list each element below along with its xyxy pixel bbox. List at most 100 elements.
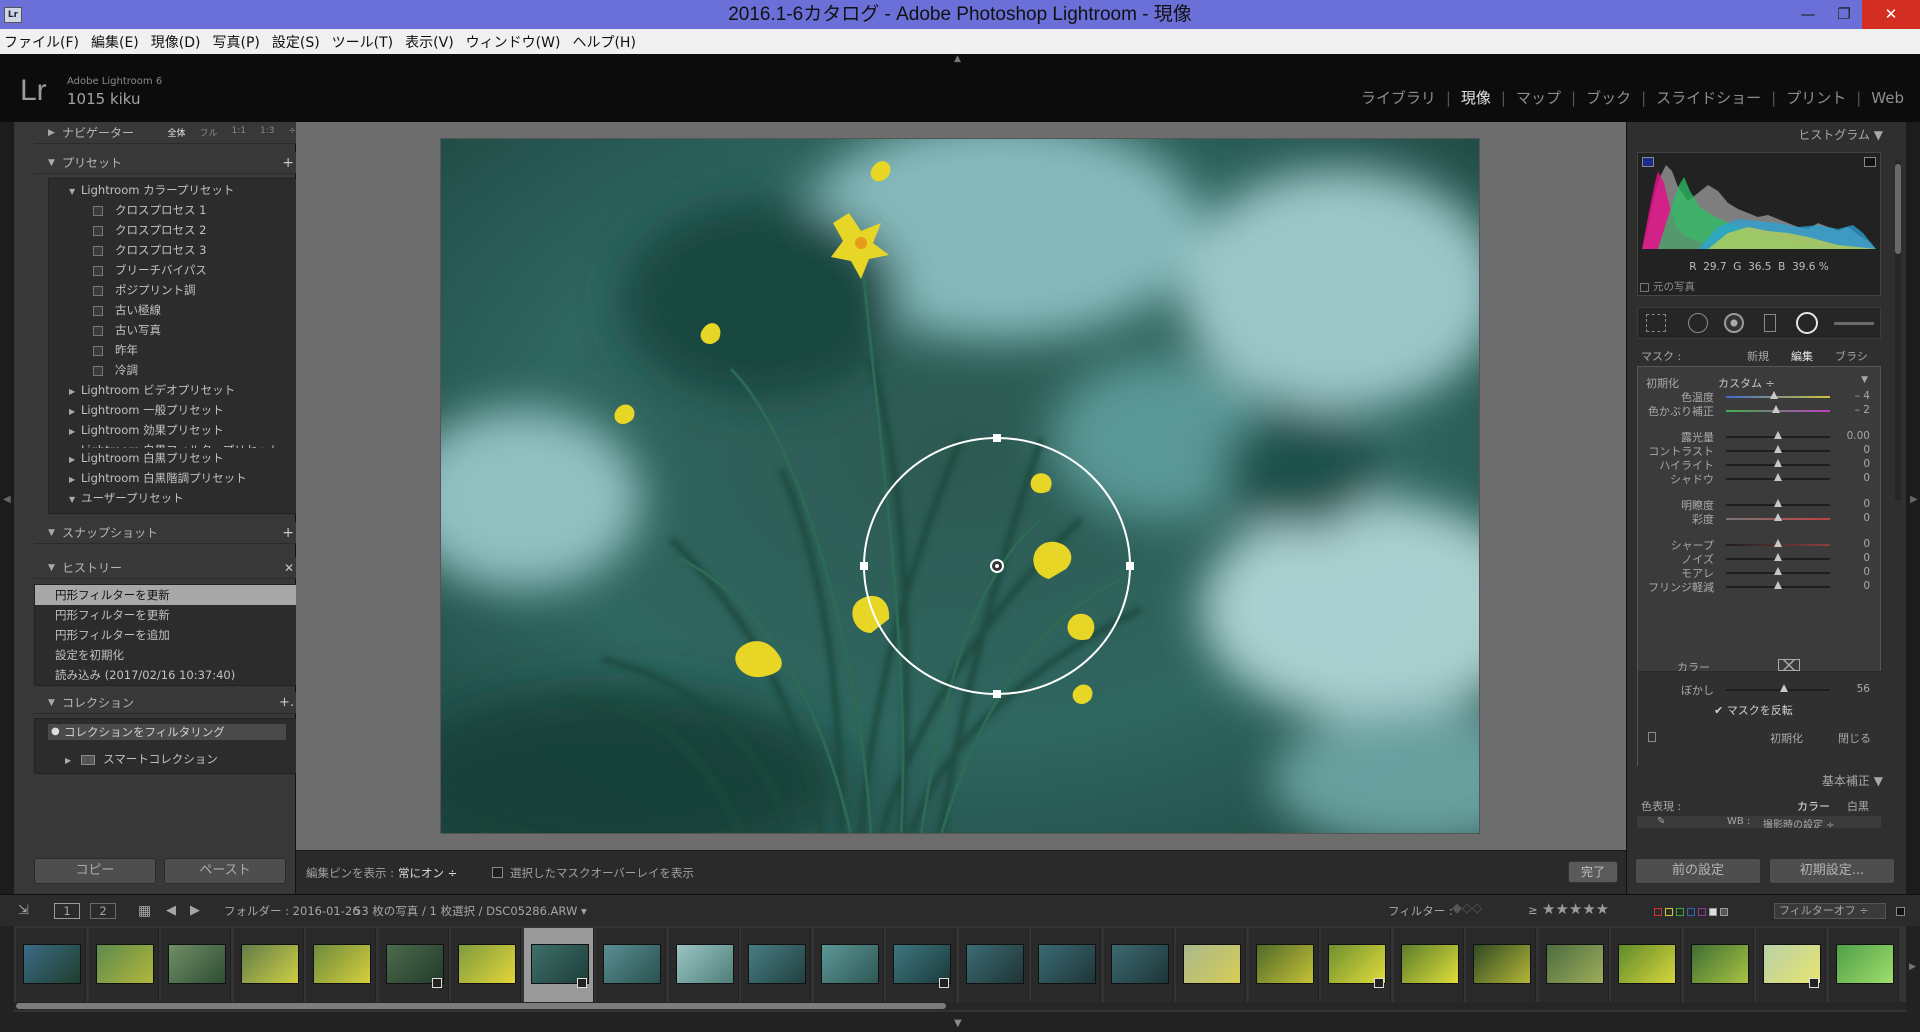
done-button[interactable]: 完了 [1568,861,1618,883]
minimize-button[interactable]: — [1790,0,1826,29]
filmstrip-thumbnail[interactable] [886,928,956,1004]
filmstrip-thumbnail[interactable] [378,928,449,1004]
zoom-caret[interactable]: ÷ [288,126,296,139]
slider-knob[interactable] [1774,553,1782,561]
filmstrip-thumbnail[interactable] [1466,928,1536,1004]
filter-preset-select[interactable]: フィルターオフ ÷ [1774,903,1886,919]
filmstrip-thumbnail[interactable] [523,928,594,1004]
filmstrip-thumbnail[interactable] [161,928,231,1004]
slider-row[interactable]: シャドウ 0 [1638,471,1882,487]
treatment-bw[interactable]: 白黒 [1847,798,1869,814]
module-book[interactable]: ブック [1576,87,1641,108]
filmstrip-thumbnail[interactable] [1828,928,1899,1004]
left-panel-edge[interactable]: ◀ [0,122,14,894]
menu-file[interactable]: ファイル(F) [4,32,79,52]
right-panel-scrollbar[interactable] [1895,160,1901,500]
preset-item[interactable]: クロスプロセス 1 [49,200,301,220]
close-button[interactable]: ✕ [1862,0,1920,29]
filmstrip-thumbnail[interactable] [1103,928,1174,1004]
slider-knob[interactable] [1774,499,1782,507]
grid-view-icon[interactable]: ▦ [138,903,151,919]
red-label-icon[interactable] [1654,908,1662,916]
highlight-clipping-icon[interactable] [1864,157,1876,167]
filmstrip-scroll-right-icon[interactable]: ▶ [1909,962,1916,972]
add-collection-button[interactable]: +. [279,695,294,710]
right-panel-edge[interactable]: ▶ [1906,122,1920,894]
filmstrip-thumbnail[interactable] [1756,928,1826,1004]
reset-mask-button[interactable]: 初期化 [1770,730,1803,746]
main-photo[interactable] [440,138,1480,834]
yellow-label-icon[interactable] [1665,908,1673,916]
histogram-header[interactable]: ヒストグラム ▼ [1627,124,1897,146]
history-header[interactable]: ▼ ヒストリー ✕ [34,557,302,579]
preset-item[interactable]: クロスプロセス 3 [49,240,301,260]
smart-collection-item[interactable]: ▶ スマートコレクション [65,751,218,767]
clear-history-button[interactable]: ✕ [284,561,294,575]
filmstrip-thumbnail[interactable] [1611,928,1681,1004]
wb-select[interactable]: 撮影時の設定 ÷ [1763,816,1835,828]
navigator-header[interactable]: ▶ ナビゲーター 全体 フル 1:1 1:3 ÷ [34,122,302,144]
copy-button[interactable]: コピー [34,858,156,884]
blue-label-icon[interactable] [1687,908,1695,916]
menu-settings[interactable]: 設定(S) [272,32,320,52]
slider-knob[interactable] [1771,405,1780,413]
filmstrip-thumbnail[interactable] [451,928,521,1004]
shadow-clipping-icon[interactable] [1642,157,1654,167]
eyedropper-icon[interactable]: ✎ [1657,816,1665,827]
preset-folder[interactable]: ▶ Lightroom 一般プリセット [49,400,301,420]
filmstrip-thumbnail[interactable] [813,928,884,1004]
custom-label-icon[interactable] [1709,908,1717,916]
filmstrip-thumbnail[interactable] [668,928,739,1004]
preset-item[interactable]: 古い極線 [49,300,301,320]
back-arrow-icon[interactable]: ◀ [166,903,176,918]
zoom-fill[interactable]: フル [199,126,217,139]
slider-row[interactable]: フリンジ軽減 0 [1638,579,1882,595]
filmstrip-thumbnail[interactable] [1683,928,1754,1004]
preset-item[interactable]: 冷調 [49,360,301,380]
history-item[interactable]: 円形フィルターを更新 [35,585,301,605]
filmstrip-thumbnail[interactable] [1393,928,1464,1004]
add-snapshot-button[interactable]: + [282,525,294,541]
menu-window[interactable]: ウィンドウ(W) [466,32,561,52]
zoom-1-3[interactable]: 1:3 [260,126,274,139]
history-item[interactable]: 読み込み (2017/02/16 10:37:40) [35,665,301,685]
filmstrip-thumbnail[interactable] [306,928,376,1004]
module-develop[interactable]: 現像 [1451,87,1501,108]
zoom-1-1[interactable]: 1:1 [231,126,245,139]
show-pins-select[interactable]: 常にオン ÷ [398,865,457,881]
color-swatch[interactable] [1778,659,1800,671]
preset-folder[interactable]: ▶ Lightroom 白黒プリセット [49,448,301,468]
collapse-triangle-icon[interactable]: ▼ [1861,375,1868,385]
filmstrip-thumbnail[interactable] [1321,928,1391,1004]
close-mask-button[interactable]: 閉じる [1838,730,1871,746]
scrollbar-thumb[interactable] [16,1003,946,1009]
slider-row[interactable]: 彩度 0 [1638,511,1882,527]
adjustment-brush-icon[interactable] [1834,322,1874,325]
preset-item[interactable]: 昨年 [49,340,301,360]
add-preset-button[interactable]: + [282,155,294,171]
menu-tools[interactable]: ツール(T) [332,32,393,52]
spot-removal-icon[interactable] [1688,313,1708,333]
basic-header[interactable]: 基本補正 ▼ [1627,770,1897,792]
invert-mask-checkbox[interactable]: ✔ マスクを反転 [1714,702,1793,718]
slider-knob[interactable] [1774,567,1782,575]
preset-item[interactable]: ブリーチバイパス [49,260,301,280]
preset-folder[interactable]: ▶ Lightroom ビデオプリセット [49,380,301,400]
history-item[interactable]: 円形フィルターを追加 [35,625,301,645]
mask-brush[interactable]: ブラシ [1835,348,1868,364]
scrollbar-thumb[interactable] [1895,164,1901,254]
no-label-icon[interactable] [1720,908,1728,916]
filmstrip-thumbnail[interactable] [233,928,304,1004]
collection-filter-input[interactable]: ● コレクションをフィルタリング [47,723,287,741]
filmstrip-thumbnail[interactable] [1031,928,1101,1004]
filmstrip-thumbnail[interactable] [1538,928,1609,1004]
color-label-filter[interactable] [1654,905,1728,919]
module-web[interactable]: Web [1861,89,1914,107]
slider-row[interactable]: 色かぶり補正 – 2 [1638,403,1882,419]
window-1-button[interactable]: 1 [54,903,80,919]
slider-knob[interactable] [1774,513,1782,521]
treatment-color[interactable]: カラー [1797,798,1830,814]
preset-item[interactable]: ポジプリント調 [49,280,301,300]
menu-view[interactable]: 表示(V) [405,32,454,52]
reset-button[interactable]: 初期設定... [1769,858,1895,884]
